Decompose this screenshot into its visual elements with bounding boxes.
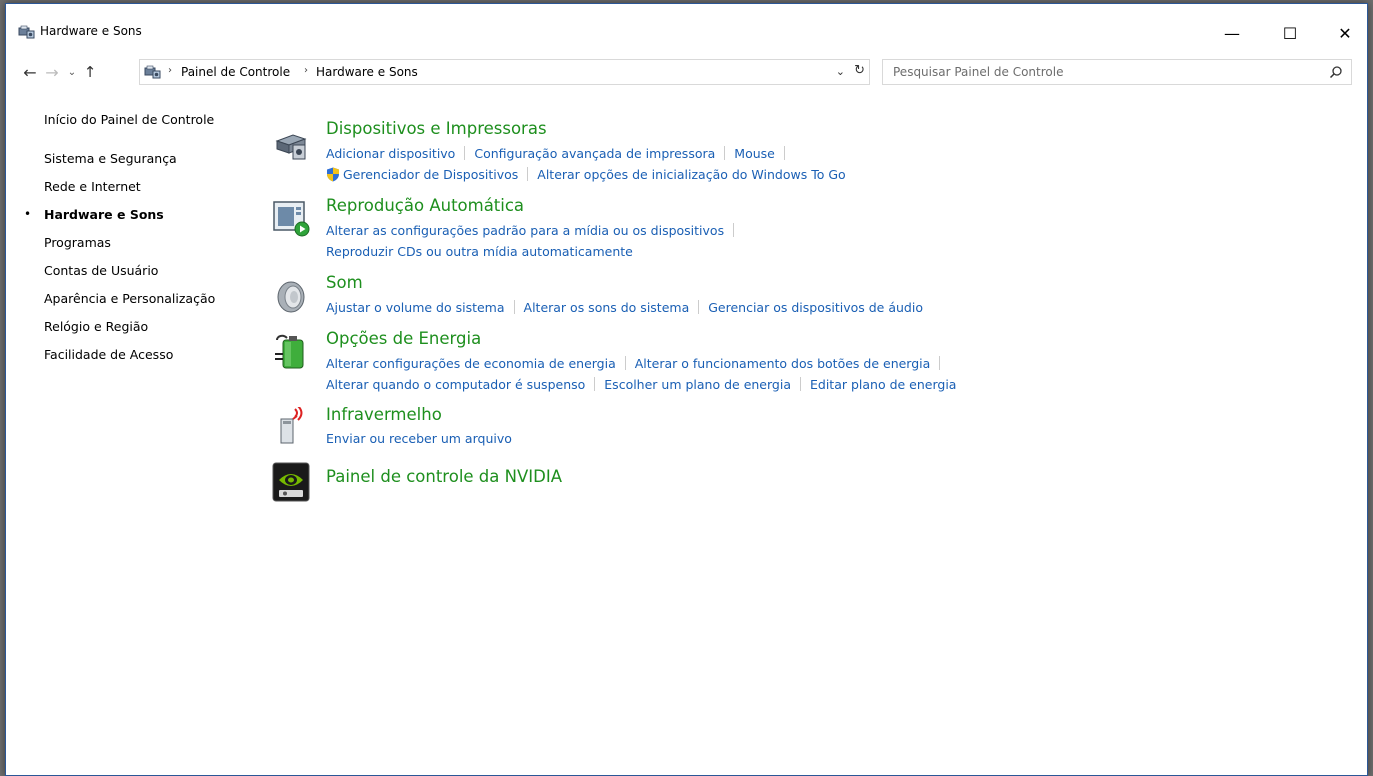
recent-locations-button[interactable]: ⌄ xyxy=(62,62,82,82)
nvidia-icon xyxy=(272,462,310,502)
link-choose-power-plan[interactable]: Escolher um plano de energia xyxy=(604,377,791,392)
address-bar[interactable]: › Painel de Controle › Hardware e Sons ⌄… xyxy=(139,59,870,85)
speaker-icon xyxy=(277,281,305,313)
chevron-down-icon: ⌄ xyxy=(67,66,77,78)
divider xyxy=(783,146,785,160)
link-change-default-media[interactable]: Alterar as configurações padrão para a m… xyxy=(326,223,724,238)
sidebar-item-programs[interactable]: Programas xyxy=(44,235,111,250)
divider xyxy=(464,146,466,160)
link-row: Adicionar dispositivo Configuração avança… xyxy=(326,146,794,161)
breadcrumb-separator-icon[interactable]: › xyxy=(304,65,308,76)
divider xyxy=(513,300,515,314)
link-add-device[interactable]: Adicionar dispositivo xyxy=(326,146,455,161)
hardware-sound-icon xyxy=(18,25,35,39)
breadcrumb-control-panel[interactable]: Painel de Controle xyxy=(181,65,290,79)
search-icon[interactable] xyxy=(1329,65,1343,79)
infrared-icon xyxy=(280,407,303,444)
uac-shield-icon xyxy=(327,167,339,182)
section-title[interactable]: Som xyxy=(326,273,363,292)
link-edit-power-plan[interactable]: Editar plano de energia xyxy=(810,377,956,392)
divider xyxy=(724,146,726,160)
minimize-icon: — xyxy=(1224,23,1240,43)
sidebar-item-appearance[interactable]: Aparência e Personalização xyxy=(44,291,215,306)
section-title[interactable]: Reprodução Automática xyxy=(326,196,524,215)
section-title[interactable]: Dispositivos e Impressoras xyxy=(326,119,547,138)
address-dropdown-icon[interactable]: ⌄ xyxy=(836,65,845,78)
control-panel-window: Hardware e Sons — ☐ ✕ ← → ⌄ ↑ › Painel d… xyxy=(5,3,1368,776)
maximize-icon: ☐ xyxy=(1282,23,1298,43)
close-button[interactable]: ✕ xyxy=(1322,18,1368,48)
link-mouse[interactable]: Mouse xyxy=(734,146,775,161)
up-button[interactable]: ↑ xyxy=(80,62,100,82)
hardware-sound-icon xyxy=(144,65,161,79)
link-row: Alterar as configurações padrão para a m… xyxy=(326,223,743,238)
section-title[interactable]: Opções de Energia xyxy=(326,329,481,348)
minimize-button[interactable]: — xyxy=(1209,18,1255,48)
link-computer-sleeps[interactable]: Alterar quando o computador é suspenso xyxy=(326,377,585,392)
link-send-receive-file[interactable]: Enviar ou receber um arquivo xyxy=(326,431,512,446)
title-bar: Hardware e Sons — ☐ ✕ xyxy=(6,4,1367,56)
sidebar-item-ease-of-access[interactable]: Facilidade de Acesso xyxy=(44,347,173,362)
window-title: Hardware e Sons xyxy=(40,24,142,38)
section-title[interactable]: Infravermelho xyxy=(326,405,442,424)
sidebar-item-hardware-sound[interactable]: Hardware e Sons xyxy=(44,207,164,222)
breadcrumb-hardware-sound[interactable]: Hardware e Sons xyxy=(316,65,418,79)
link-change-sounds[interactable]: Alterar os sons do sistema xyxy=(524,300,690,315)
active-bullet-icon: • xyxy=(24,207,32,221)
link-row: Ajustar o volume do sistema Alterar os so… xyxy=(326,300,923,315)
maximize-button[interactable]: ☐ xyxy=(1267,18,1313,48)
link-device-manager[interactable]: Gerenciador de Dispositivos xyxy=(343,167,518,182)
sidebar-item-clock-region[interactable]: Relógio e Região xyxy=(44,319,148,334)
arrow-left-icon: ← xyxy=(23,62,37,82)
divider xyxy=(527,167,529,181)
link-adjust-volume[interactable]: Ajustar o volume do sistema xyxy=(326,300,505,315)
refresh-icon[interactable]: ↻ xyxy=(854,63,865,78)
forward-button[interactable]: → xyxy=(42,62,62,82)
link-power-buttons[interactable]: Alterar o funcionamento dos botões de en… xyxy=(635,356,931,371)
link-row: Alterar configurações de economia de ene… xyxy=(326,356,949,371)
link-play-cds-automatically[interactable]: Reproduzir CDs ou outra mídia automatica… xyxy=(326,244,633,259)
arrow-up-icon: ↑ xyxy=(83,63,97,81)
divider xyxy=(624,356,626,370)
back-button[interactable]: ← xyxy=(20,62,40,82)
link-windows-to-go[interactable]: Alterar opções de inicialização do Windo… xyxy=(537,167,845,182)
divider xyxy=(594,377,596,391)
divider xyxy=(698,300,700,314)
search-input[interactable]: Pesquisar Painel de Controle xyxy=(882,59,1352,85)
breadcrumb-separator-icon[interactable]: › xyxy=(168,65,172,76)
divider xyxy=(939,356,941,370)
devices-printers-icon xyxy=(275,134,307,160)
link-row: Gerenciador de Dispositivos Alterar opçõe… xyxy=(326,167,846,182)
link-row: Reproduzir CDs ou outra mídia automatica… xyxy=(326,244,633,259)
close-icon: ✕ xyxy=(1338,23,1352,43)
divider xyxy=(733,223,735,237)
divider xyxy=(799,377,801,391)
sidebar-item-home[interactable]: Início do Painel de Controle xyxy=(44,112,214,127)
link-row: Enviar ou receber um arquivo xyxy=(326,431,512,446)
sidebar-item-user-accounts[interactable]: Contas de Usuário xyxy=(44,263,158,278)
link-manage-audio-devices[interactable]: Gerenciar os dispositivos de áudio xyxy=(708,300,923,315)
section-title[interactable]: Painel de controle da NVIDIA xyxy=(326,467,562,486)
navigation-bar: ← → ⌄ ↑ › Painel de Controle › Hardware … xyxy=(6,58,1367,86)
link-advanced-printer-setup[interactable]: Configuração avançada de impressora xyxy=(474,146,715,161)
sidebar-item-network-internet[interactable]: Rede e Internet xyxy=(44,179,141,194)
autoplay-icon xyxy=(273,201,310,237)
arrow-right-icon: → xyxy=(45,62,59,82)
link-power-saving-settings[interactable]: Alterar configurações de economia de ene… xyxy=(326,356,616,371)
link-row: Alterar quando o computador é suspenso Es… xyxy=(326,377,956,392)
sidebar-item-system-security[interactable]: Sistema e Segurança xyxy=(44,151,177,166)
search-placeholder: Pesquisar Painel de Controle xyxy=(893,65,1064,79)
battery-power-icon xyxy=(275,334,304,369)
